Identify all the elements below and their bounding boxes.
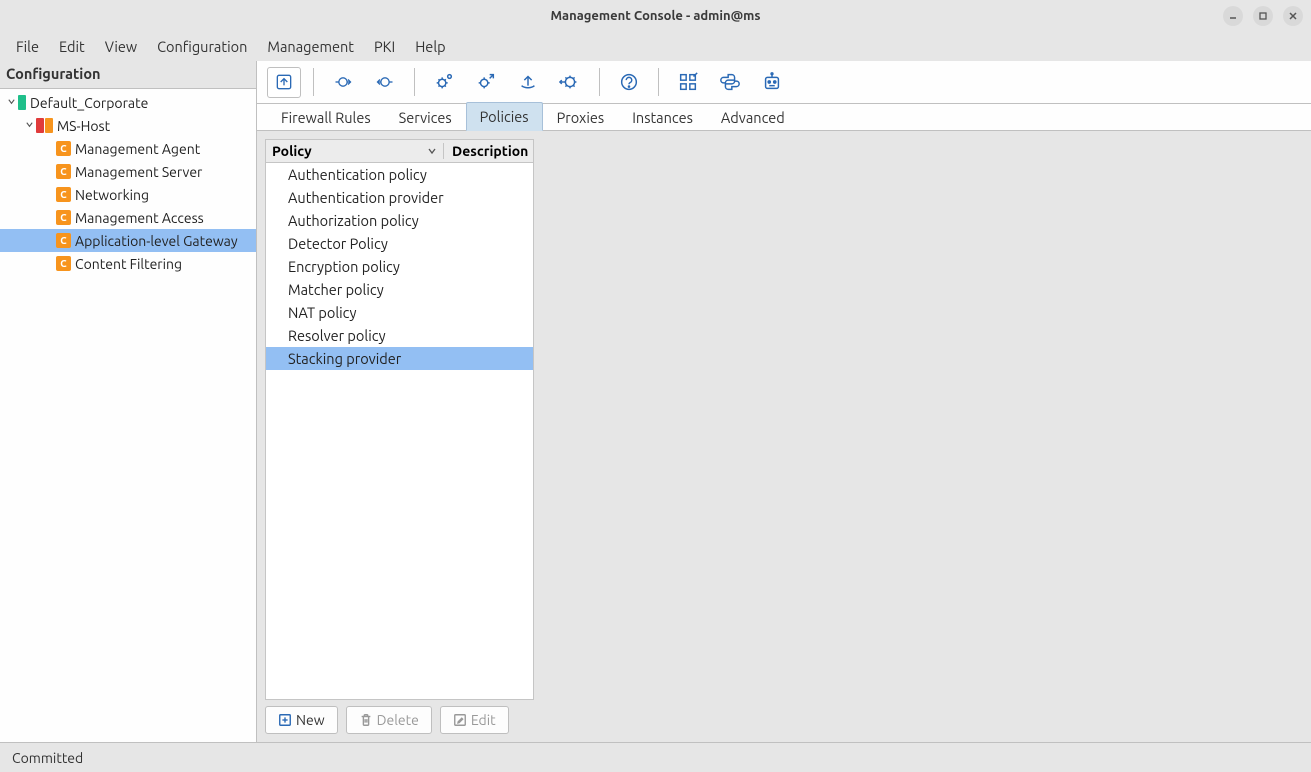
minimize-button[interactable] — [1223, 6, 1243, 26]
tab-proxies[interactable]: Proxies — [543, 103, 619, 131]
tree-child-label: Content Filtering — [75, 256, 182, 272]
component-icon: C — [56, 256, 71, 271]
toolbar-grid-button[interactable] — [671, 67, 705, 98]
tree-host-label: MS-Host — [57, 118, 110, 134]
chevron-down-icon[interactable] — [4, 97, 18, 108]
tab-firewall-rules[interactable]: Firewall Rules — [267, 103, 385, 131]
tree-child-app-level-gw[interactable]: C Application-level Gateway — [0, 229, 256, 252]
toolbar-revert-button[interactable] — [368, 67, 402, 98]
host-icon — [36, 118, 53, 133]
menu-help[interactable]: Help — [405, 34, 455, 59]
chevron-down-icon[interactable] — [22, 120, 36, 131]
toolbar-upload-button[interactable] — [511, 67, 545, 98]
list-header: Policy Description — [265, 139, 534, 163]
list-row[interactable]: Authentication provider — [266, 186, 533, 209]
edit-button-label: Edit — [471, 712, 496, 728]
list-row[interactable]: Resolver policy — [266, 324, 533, 347]
statusbar: Committed — [0, 742, 1311, 772]
toolbar-help-button[interactable] — [612, 67, 646, 98]
delete-button[interactable]: Delete — [346, 706, 432, 734]
tab-instances[interactable]: Instances — [618, 103, 707, 131]
tree-child-label: Management Server — [75, 164, 202, 180]
tab-advanced[interactable]: Advanced — [707, 103, 799, 131]
component-icon: C — [56, 187, 71, 202]
list-row[interactable]: Stacking provider — [266, 347, 533, 370]
right-panel: Firewall Rules Services Policies Proxies… — [257, 61, 1311, 742]
new-button-label: New — [296, 712, 325, 728]
tree-child-mgmt-access[interactable]: C Management Access — [0, 206, 256, 229]
main: Configuration Default_Corporate MS-Host — [0, 61, 1311, 742]
delete-button-label: Delete — [377, 712, 419, 728]
toolbar-up-button[interactable] — [267, 67, 301, 98]
list-row[interactable]: Authentication policy — [266, 163, 533, 186]
list-row[interactable]: NAT policy — [266, 301, 533, 324]
pencil-icon — [453, 713, 467, 727]
titlebar: Management Console - admin@ms — [0, 0, 1311, 31]
list-row[interactable]: Detector Policy — [266, 232, 533, 255]
menu-pki[interactable]: PKI — [364, 34, 405, 59]
tab-policies[interactable]: Policies — [466, 102, 543, 131]
plus-icon — [278, 713, 292, 727]
tree: Default_Corporate MS-Host C Management A… — [0, 89, 256, 742]
list-body: Authentication policy Authentication pro… — [265, 163, 534, 700]
toolbar-separator — [658, 68, 659, 96]
tree-root-label: Default_Corporate — [30, 95, 148, 111]
toolbar-separator — [414, 68, 415, 96]
tree-child-content-filtering[interactable]: C Content Filtering — [0, 252, 256, 275]
component-icon: C — [56, 164, 71, 179]
tree-child-label: Application-level Gateway — [75, 233, 238, 249]
tree-child-label: Management Access — [75, 210, 204, 226]
toolbar-gear-run-button[interactable] — [553, 67, 587, 98]
menubar: File Edit View Configuration Management … — [0, 31, 1311, 61]
tree-child-label: Networking — [75, 187, 149, 203]
trash-icon — [359, 713, 373, 727]
tree-host[interactable]: MS-Host — [0, 114, 256, 137]
toolbar-gear-sync-button[interactable] — [469, 67, 503, 98]
tree-child-mgmt-agent[interactable]: C Management Agent — [0, 137, 256, 160]
action-buttons: New Delete Edit — [265, 706, 534, 734]
sidebar: Configuration Default_Corporate MS-Host — [0, 61, 257, 742]
window-controls — [1223, 6, 1303, 26]
tree-root[interactable]: Default_Corporate — [0, 91, 256, 114]
list-row[interactable]: Authorization policy — [266, 209, 533, 232]
sort-descending-icon — [427, 146, 437, 156]
maximize-button[interactable] — [1253, 6, 1273, 26]
tree-child-label: Management Agent — [75, 141, 200, 157]
toolbar-separator — [599, 68, 600, 96]
component-icon: C — [56, 233, 71, 248]
menu-file[interactable]: File — [6, 34, 49, 59]
content: Policy Description Authentication policy… — [257, 131, 1311, 742]
menu-view[interactable]: View — [95, 34, 147, 59]
toolbar — [257, 61, 1311, 104]
tree-child-mgmt-server[interactable]: C Management Server — [0, 160, 256, 183]
close-button[interactable] — [1283, 6, 1303, 26]
toolbar-gear-view-button[interactable] — [427, 67, 461, 98]
list-row[interactable]: Encryption policy — [266, 255, 533, 278]
toolbar-commit-button[interactable] — [326, 67, 360, 98]
status-text: Committed — [12, 750, 83, 766]
policy-list-pane: Policy Description Authentication policy… — [265, 139, 534, 734]
sidebar-header: Configuration — [0, 61, 256, 89]
menu-management[interactable]: Management — [257, 34, 364, 59]
column-header-description[interactable]: Description — [444, 143, 533, 159]
column-header-policy[interactable]: Policy — [266, 143, 444, 159]
toolbar-separator — [313, 68, 314, 96]
tab-services[interactable]: Services — [385, 103, 466, 131]
list-row[interactable]: Matcher policy — [266, 278, 533, 301]
site-icon — [18, 95, 26, 110]
column-header-description-label: Description — [452, 143, 528, 159]
edit-button[interactable]: Edit — [440, 706, 509, 734]
new-button[interactable]: New — [265, 706, 338, 734]
menu-edit[interactable]: Edit — [49, 34, 95, 59]
toolbar-python-button[interactable] — [713, 67, 747, 98]
component-icon: C — [56, 210, 71, 225]
column-header-policy-label: Policy — [272, 143, 312, 159]
window-title: Management Console - admin@ms — [550, 9, 760, 23]
toolbar-robot-button[interactable] — [755, 67, 789, 98]
tree-child-networking[interactable]: C Networking — [0, 183, 256, 206]
component-icon: C — [56, 141, 71, 156]
menu-configuration[interactable]: Configuration — [147, 34, 257, 59]
tabbar: Firewall Rules Services Policies Proxies… — [257, 104, 1311, 131]
